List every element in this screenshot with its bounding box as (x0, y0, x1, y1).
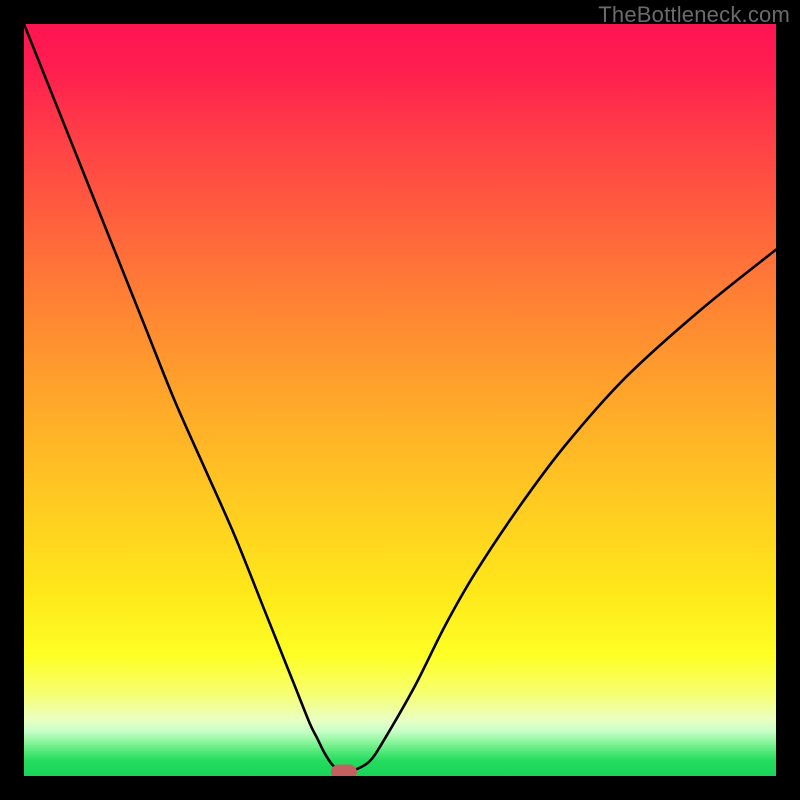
bottleneck-curve (24, 24, 776, 772)
curve-svg (24, 24, 776, 776)
plot-area (24, 24, 776, 776)
chart-frame: TheBottleneck.com (0, 0, 800, 800)
optimum-marker (331, 765, 357, 776)
